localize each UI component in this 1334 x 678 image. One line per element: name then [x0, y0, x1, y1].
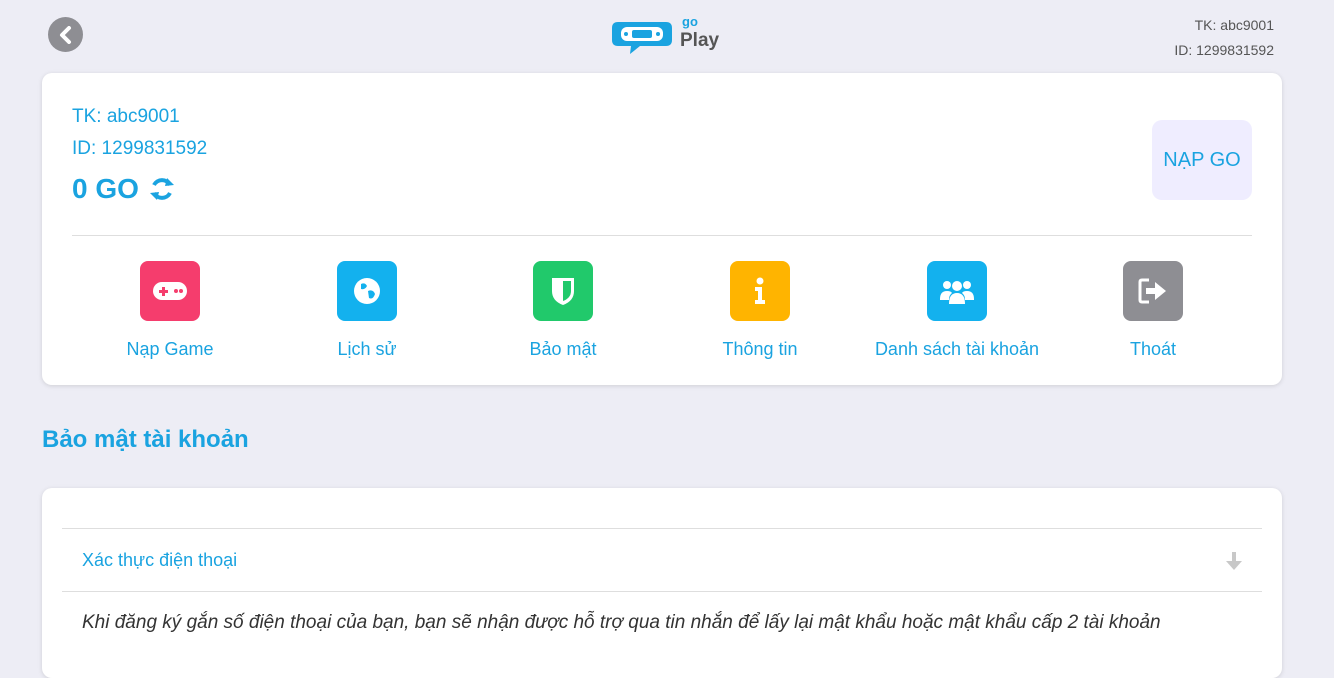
menu-item-bao-mat[interactable]: Bảo mật: [463, 261, 663, 360]
header-account-label: TK: abc9001: [1194, 17, 1274, 33]
phone-verification-description: Khi đăng ký gắn số điện thoại của bạn, b…: [82, 612, 1161, 633]
users-icon: [927, 261, 987, 321]
chevron-left-icon: [59, 25, 71, 44]
refresh-icon[interactable]: [147, 174, 177, 204]
phone-verification-header[interactable]: Xác thực điện thoại: [62, 528, 1262, 592]
menu-label: Danh sách tài khoản: [874, 339, 1040, 359]
globe-icon: [337, 261, 397, 321]
gamepad-icon: [140, 261, 200, 321]
logo-play-text: Play: [680, 30, 720, 51]
security-card: Xác thực điện thoại Khi đăng ký gắn số đ…: [42, 488, 1282, 678]
menu-label: Lịch sử: [337, 339, 397, 359]
menu-label: Thoát: [1129, 339, 1177, 359]
header-account-info: TK: abc9001 ID: 1299831592: [1174, 13, 1274, 63]
topup-go-button[interactable]: NẠP GO: [1152, 120, 1252, 200]
balance-row: 0 GO: [72, 173, 177, 205]
menu-label: Thông tin: [722, 339, 798, 359]
account-id: ID: 1299831592: [72, 138, 208, 159]
shield-icon: [533, 261, 593, 321]
info-icon: [730, 261, 790, 321]
sign-out-icon: [1123, 261, 1183, 321]
account-name: TK: abc9001: [72, 106, 180, 127]
phone-verification-title: Xác thực điện thoại: [82, 550, 238, 570]
logo-go-text: go: [682, 14, 698, 29]
goplay-logo[interactable]: go Play: [610, 14, 722, 58]
menu-item-danh-sach-tai-khoan[interactable]: Danh sách tài khoản: [857, 261, 1057, 360]
arrow-down-icon: [1224, 551, 1244, 576]
account-card: TK: abc9001 ID: 1299831592 0 GO NẠP GO N…: [42, 73, 1282, 385]
menu-item-thong-tin[interactable]: Thông tin: [660, 261, 860, 360]
game-controller-logo-icon: [612, 22, 672, 54]
back-button[interactable]: [48, 17, 83, 52]
menu-item-lich-su[interactable]: Lịch sử: [267, 261, 467, 360]
menu-item-nap-game[interactable]: Nạp Game: [70, 261, 270, 360]
menu-label: Bảo mật: [529, 339, 597, 359]
header-id-label: ID: 1299831592: [1174, 42, 1274, 58]
section-title: Bảo mật tài khoản: [42, 426, 249, 453]
balance-value: 0 GO: [72, 173, 139, 204]
menu-label: Nạp Game: [126, 339, 214, 359]
menu-item-thoat[interactable]: Thoát: [1053, 261, 1253, 360]
divider: [72, 235, 1252, 236]
